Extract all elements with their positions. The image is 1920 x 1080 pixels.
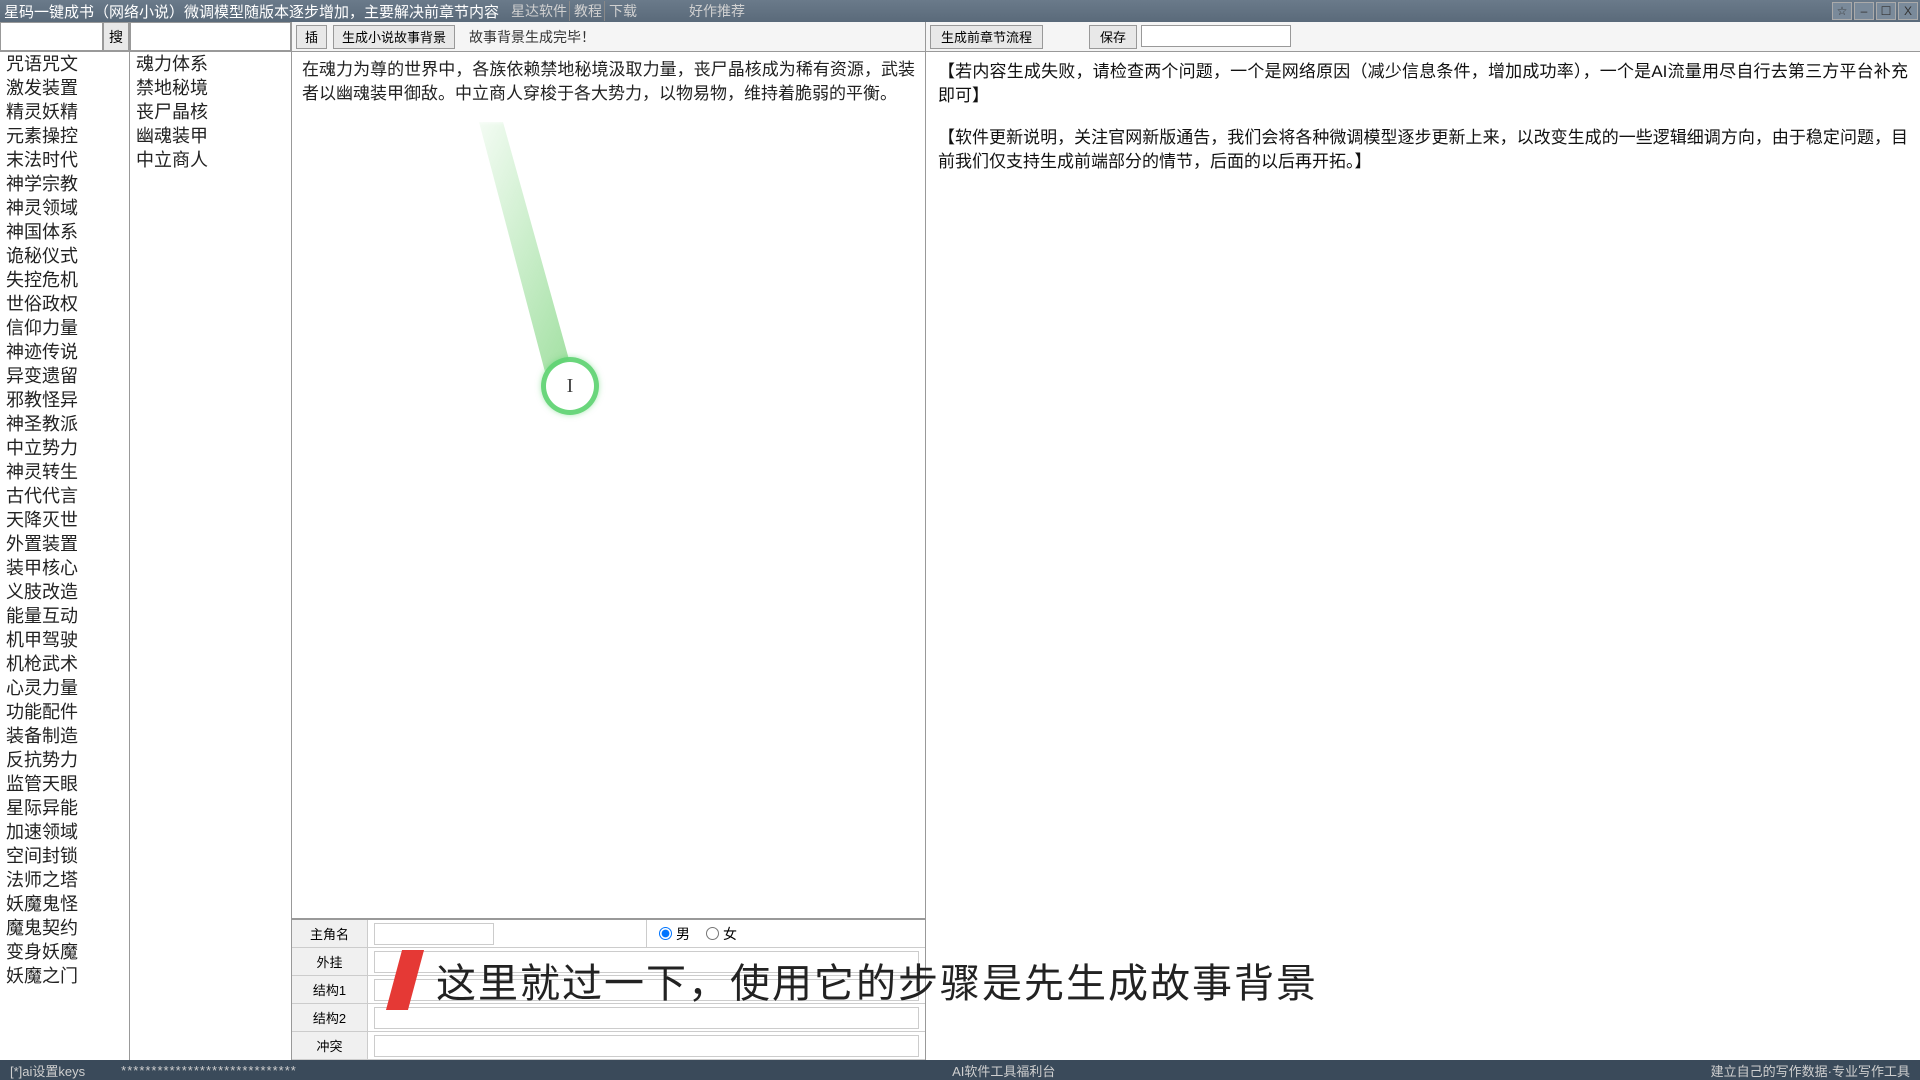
close-button[interactable]: X (1898, 2, 1918, 20)
left-list-item[interactable]: 星际异能 (0, 796, 129, 820)
left-list-item[interactable]: 空间封锁 (0, 844, 129, 868)
info-paragraph: 【若内容生成失败，请检查两个问题，一个是网络原因（减少信息条件，增加成功率），一… (938, 60, 1908, 108)
left-list-item[interactable]: 外置装置 (0, 532, 129, 556)
left-list[interactable]: 咒语咒文激发装置精灵妖精元素操控末法时代神学宗教神灵领域神国体系诡秘仪式失控危机… (0, 52, 129, 1060)
left-list-item[interactable]: 天降灭世 (0, 508, 129, 532)
mid-column: 魂力体系禁地秘境丧尸晶核幽魂装甲中立商人 (130, 22, 292, 1060)
right-info-text[interactable]: 【若内容生成失败，请检查两个问题，一个是网络原因（减少信息条件，增加成功率），一… (926, 52, 1920, 1060)
generate-chapter-flow-button[interactable]: 生成前章节流程 (930, 25, 1043, 49)
footer-link-center[interactable]: AI软件工具福利台 (946, 1061, 1061, 1080)
mid-list[interactable]: 魂力体系禁地秘境丧尸晶核幽魂装甲中立商人 (130, 52, 291, 1060)
star-icon[interactable]: ☆ (1832, 2, 1852, 20)
left-list-item[interactable]: 神迹传说 (0, 340, 129, 364)
left-list-item[interactable]: 神国体系 (0, 220, 129, 244)
menu-link[interactable]: 星达软件 (509, 1, 570, 21)
left-list-item[interactable]: 加速领域 (0, 820, 129, 844)
conflict-input[interactable] (374, 1035, 919, 1057)
left-list-item[interactable]: 邪教怪异 (0, 388, 129, 412)
left-list-item[interactable]: 妖魔鬼怪 (0, 892, 129, 916)
gender-female[interactable]: 女 (706, 924, 737, 944)
title-bar: 星码一键成书（网络小说）微调模型随版本逐步增加，主要解决前章节内容 星达软件 教… (0, 0, 1920, 22)
left-list-item[interactable]: 心灵力量 (0, 676, 129, 700)
left-list-item[interactable]: 义肢改造 (0, 580, 129, 604)
label-protagonist-name: 主角名 (292, 920, 368, 947)
generation-status: 故事背景生成完毕！ (461, 27, 595, 47)
menu-link[interactable]: 教程 (572, 1, 605, 21)
left-list-item[interactable]: 末法时代 (0, 148, 129, 172)
info-paragraph: 【软件更新说明，关注官网新版通告，我们会将各种微调模型逐步更新上来，以改变生成的… (938, 126, 1908, 174)
left-list-item[interactable]: 世俗政权 (0, 292, 129, 316)
menu-link[interactable]: 下载 (607, 1, 639, 21)
plugin-input[interactable] (374, 951, 919, 973)
left-list-item[interactable]: 能量互动 (0, 604, 129, 628)
gender-group: 男 女 (646, 920, 925, 947)
background-text-area[interactable]: 在魂力为尊的世界中，各族依赖禁地秘境汲取力量，丧尸晶核成为稀有资源，武装者以幽魂… (292, 52, 925, 918)
ai-keys-status[interactable]: [*]ai设置keys (4, 1061, 91, 1080)
protagonist-name-input[interactable] (374, 923, 494, 945)
left-list-item[interactable]: 机枪武术 (0, 652, 129, 676)
left-column: 搜 咒语咒文激发装置精灵妖精元素操控末法时代神学宗教神灵领域神国体系诡秘仪式失控… (0, 22, 130, 1060)
left-list-item[interactable]: 元素操控 (0, 124, 129, 148)
mid-search-input[interactable] (130, 22, 291, 51)
left-list-item[interactable]: 法师之塔 (0, 868, 129, 892)
mid-list-item[interactable]: 幽魂装甲 (130, 124, 291, 148)
insert-button[interactable]: 插 (296, 25, 327, 49)
mid-list-item[interactable]: 丧尸晶核 (130, 100, 291, 124)
footer-link-right[interactable]: 建立自己的写作数据·专业写作工具 (1705, 1061, 1916, 1080)
mid-list-item[interactable]: 魂力体系 (130, 52, 291, 76)
left-list-item[interactable]: 神灵转生 (0, 460, 129, 484)
left-list-item[interactable]: 反抗势力 (0, 748, 129, 772)
gender-male[interactable]: 男 (659, 924, 690, 944)
window-title: 星码一键成书（网络小说）微调模型随版本逐步增加，主要解决前章节内容 (4, 1, 499, 22)
label-structure2: 结构2 (292, 1004, 368, 1031)
main-area: 搜 咒语咒文激发装置精灵妖精元素操控末法时代神学宗教神灵领域神国体系诡秘仪式失控… (0, 22, 1920, 1060)
left-list-item[interactable]: 装甲核心 (0, 556, 129, 580)
save-name-input[interactable] (1141, 25, 1291, 47)
left-list-item[interactable]: 魔鬼契约 (0, 916, 129, 940)
left-list-item[interactable]: 激发装置 (0, 76, 129, 100)
left-list-item[interactable]: 咒语咒文 (0, 52, 129, 76)
save-button[interactable]: 保存 (1089, 25, 1137, 49)
left-list-item[interactable]: 神灵领域 (0, 196, 129, 220)
masked-key: ***************************** (115, 1063, 303, 1078)
left-list-item[interactable]: 装备制造 (0, 724, 129, 748)
generate-background-button[interactable]: 生成小说故事背景 (333, 25, 455, 49)
character-form: 主角名 男 女 外挂 结构1 结构2 冲突 (292, 919, 925, 1060)
left-list-item[interactable]: 古代代言 (0, 484, 129, 508)
left-list-item[interactable]: 精灵妖精 (0, 100, 129, 124)
label-plugin: 外挂 (292, 948, 368, 975)
maximize-button[interactable]: ☐ (1876, 2, 1896, 20)
center-column: 插 生成小说故事背景 故事背景生成完毕！ 在魂力为尊的世界中，各族依赖禁地秘境汲… (292, 22, 926, 1060)
left-list-item[interactable]: 神学宗教 (0, 172, 129, 196)
structure2-input[interactable] (374, 1007, 919, 1029)
left-list-item[interactable]: 妖魔之门 (0, 964, 129, 988)
menu-links: 星达软件 教程 下载 (509, 1, 639, 21)
right-column: 生成前章节流程 保存 【若内容生成失败，请检查两个问题，一个是网络原因（减少信息… (926, 22, 1920, 1060)
minimize-button[interactable]: – (1854, 2, 1874, 20)
structure1-input[interactable] (374, 979, 919, 1001)
left-search-button[interactable]: 搜 (103, 22, 129, 51)
left-search-input[interactable] (0, 22, 103, 51)
left-list-item[interactable]: 神圣教派 (0, 412, 129, 436)
left-list-item[interactable]: 失控危机 (0, 268, 129, 292)
good-recommend-link[interactable]: 好作推荐 (689, 1, 745, 21)
label-conflict: 冲突 (292, 1032, 368, 1059)
left-list-item[interactable]: 监管天眼 (0, 772, 129, 796)
left-list-item[interactable]: 功能配件 (0, 700, 129, 724)
mid-list-item[interactable]: 禁地秘境 (130, 76, 291, 100)
left-list-item[interactable]: 变身妖魔 (0, 940, 129, 964)
status-bar: [*]ai设置keys ****************************… (0, 1060, 1920, 1080)
left-list-item[interactable]: 诡秘仪式 (0, 244, 129, 268)
left-list-item[interactable]: 机甲驾驶 (0, 628, 129, 652)
label-structure1: 结构1 (292, 976, 368, 1003)
left-list-item[interactable]: 异变遗留 (0, 364, 129, 388)
left-list-item[interactable]: 中立势力 (0, 436, 129, 460)
mid-list-item[interactable]: 中立商人 (130, 148, 291, 172)
left-list-item[interactable]: 信仰力量 (0, 316, 129, 340)
